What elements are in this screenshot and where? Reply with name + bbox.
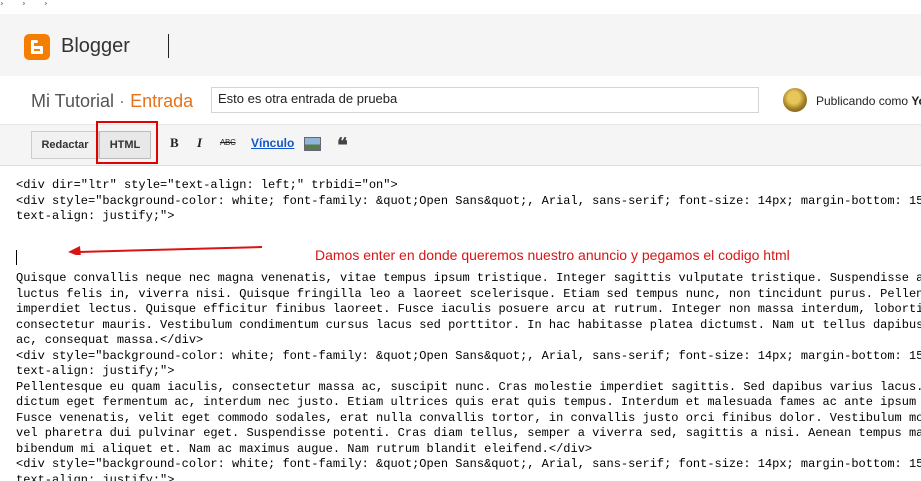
link-button[interactable]: Vínculo <box>251 136 294 150</box>
publishing-as-user[interactable]: Yo <box>911 94 921 108</box>
breadcrumb-blog[interactable]: Mi Tutorial <box>31 91 114 111</box>
code-line[interactable]: text-align: justify;"> <box>16 473 921 481</box>
code-line[interactable]: <div style="background-color: white; fon… <box>16 194 921 210</box>
code-line[interactable]: <div style="background-color: white; fon… <box>16 457 921 473</box>
code-line[interactable]: Quisque convallis neque nec magna venena… <box>16 271 921 287</box>
annotation-note: Damos enter en donde queremos nuestro an… <box>315 247 790 263</box>
publishing-as: Publicando como Yo <box>816 94 921 108</box>
breadcrumb: Mi Tutorial · Entrada <box>31 91 193 112</box>
code-line[interactable]: imperdiet lectus. Quisque efficitur fini… <box>16 302 921 318</box>
post-title-input[interactable]: Esto es otra entrada de prueba <box>211 87 759 113</box>
app-name[interactable]: Blogger <box>61 35 130 58</box>
html-source-code[interactable]: <div dir="ltr" style="text-align: left;"… <box>16 178 921 481</box>
annotation-arrow-icon <box>68 246 263 255</box>
image-icon[interactable] <box>304 137 321 151</box>
html-button-highlight <box>96 121 158 164</box>
breadcrumb-separator: · <box>119 91 126 111</box>
text-caret <box>16 250 17 265</box>
code-line[interactable]: text-align: justify;"> <box>16 364 921 380</box>
code-line[interactable]: <div dir="ltr" style="text-align: left;"… <box>16 178 921 194</box>
code-line[interactable] <box>16 225 921 241</box>
bold-icon[interactable]: B <box>170 135 179 151</box>
code-line[interactable]: Fusce venenatis, velit eget commodo soda… <box>16 411 921 427</box>
code-line[interactable]: consectetur mauris. Vestibulum condiment… <box>16 318 921 334</box>
header-divider <box>168 34 169 58</box>
italic-icon[interactable]: I <box>197 135 202 151</box>
code-line[interactable]: text-align: justify;"> <box>16 209 921 225</box>
code-line[interactable]: luctus felis in, viverra nisi. Quisque f… <box>16 287 921 303</box>
code-line[interactable]: bibendum mi aliquet et. Nam ac maximus a… <box>16 442 921 458</box>
strikethrough-icon[interactable]: ABC <box>220 138 236 147</box>
code-line[interactable]: dictum eget fermentum ac, interdum nec j… <box>16 395 921 411</box>
code-line[interactable]: Pellentesque eu quam iaculis, consectetu… <box>16 380 921 396</box>
breadcrumb-type: Entrada <box>130 91 194 111</box>
browser-top-strip: ¸ · · ¸ · · ¸ <box>0 0 921 14</box>
compose-mode-button[interactable]: Redactar <box>31 131 99 159</box>
code-line[interactable]: <div style="background-color: white; fon… <box>16 349 921 365</box>
post-header: Mi Tutorial · Entrada Esto es otra entra… <box>0 76 921 125</box>
code-line[interactable]: vel pharetra dui pulvinar eget. Suspendi… <box>16 426 921 442</box>
app-header: Blogger <box>0 14 921 76</box>
blogger-logo-icon[interactable] <box>24 34 50 60</box>
html-editor[interactable]: <div dir="ltr" style="text-align: left;"… <box>0 166 921 481</box>
code-line[interactable]: ac, consequat massa.</div> <box>16 333 921 349</box>
quote-icon[interactable]: ❝ <box>337 133 348 158</box>
publishing-as-label: Publicando como <box>816 94 909 108</box>
top-strip-fragment: ¸ · · ¸ · · ¸ <box>0 0 48 5</box>
user-avatar[interactable] <box>783 88 807 112</box>
